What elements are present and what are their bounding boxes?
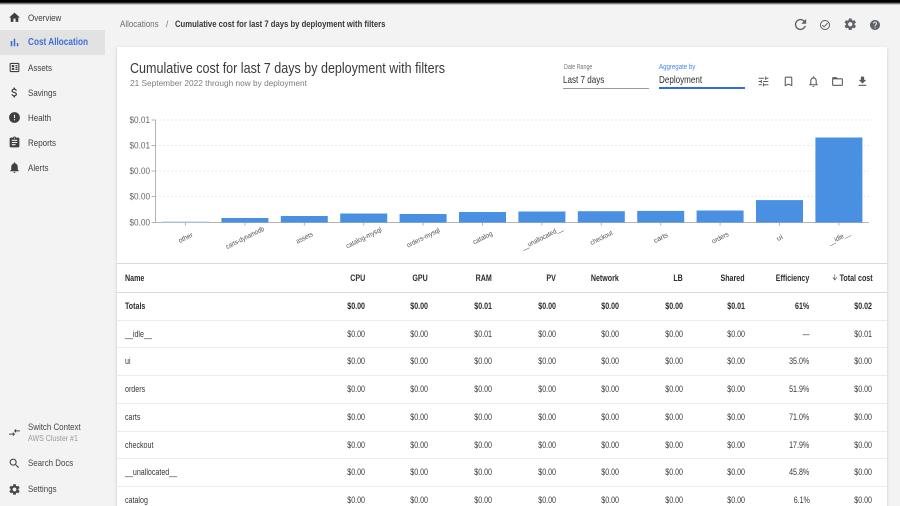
svg-text:carts: carts [653, 232, 670, 245]
svg-text:orders-mysql: orders-mysql [406, 227, 442, 250]
svg-text:$0.01: $0.01 [130, 115, 151, 125]
svg-text:catalog-mysql: catalog-mysql [345, 226, 383, 250]
svg-text:$0.00: $0.00 [130, 166, 151, 176]
svg-text:$0.00: $0.00 [130, 218, 151, 228]
svg-text:catalog: catalog [472, 231, 494, 247]
svg-text:orders: orders [711, 231, 731, 245]
svg-text:$0.00: $0.00 [130, 192, 151, 202]
svg-text:assets: assets [295, 231, 315, 245]
svg-text:carts-dynamodb: carts-dynamodb [225, 226, 266, 251]
svg-text:checkout: checkout [589, 230, 614, 247]
svg-text:$0.01: $0.01 [130, 141, 151, 151]
svg-text:other: other [178, 232, 195, 245]
svg-text:ui: ui [776, 234, 785, 243]
svg-text:__unallocated__: __unallocated__ [520, 225, 564, 252]
svg-text:__idle__: __idle__ [826, 230, 852, 247]
